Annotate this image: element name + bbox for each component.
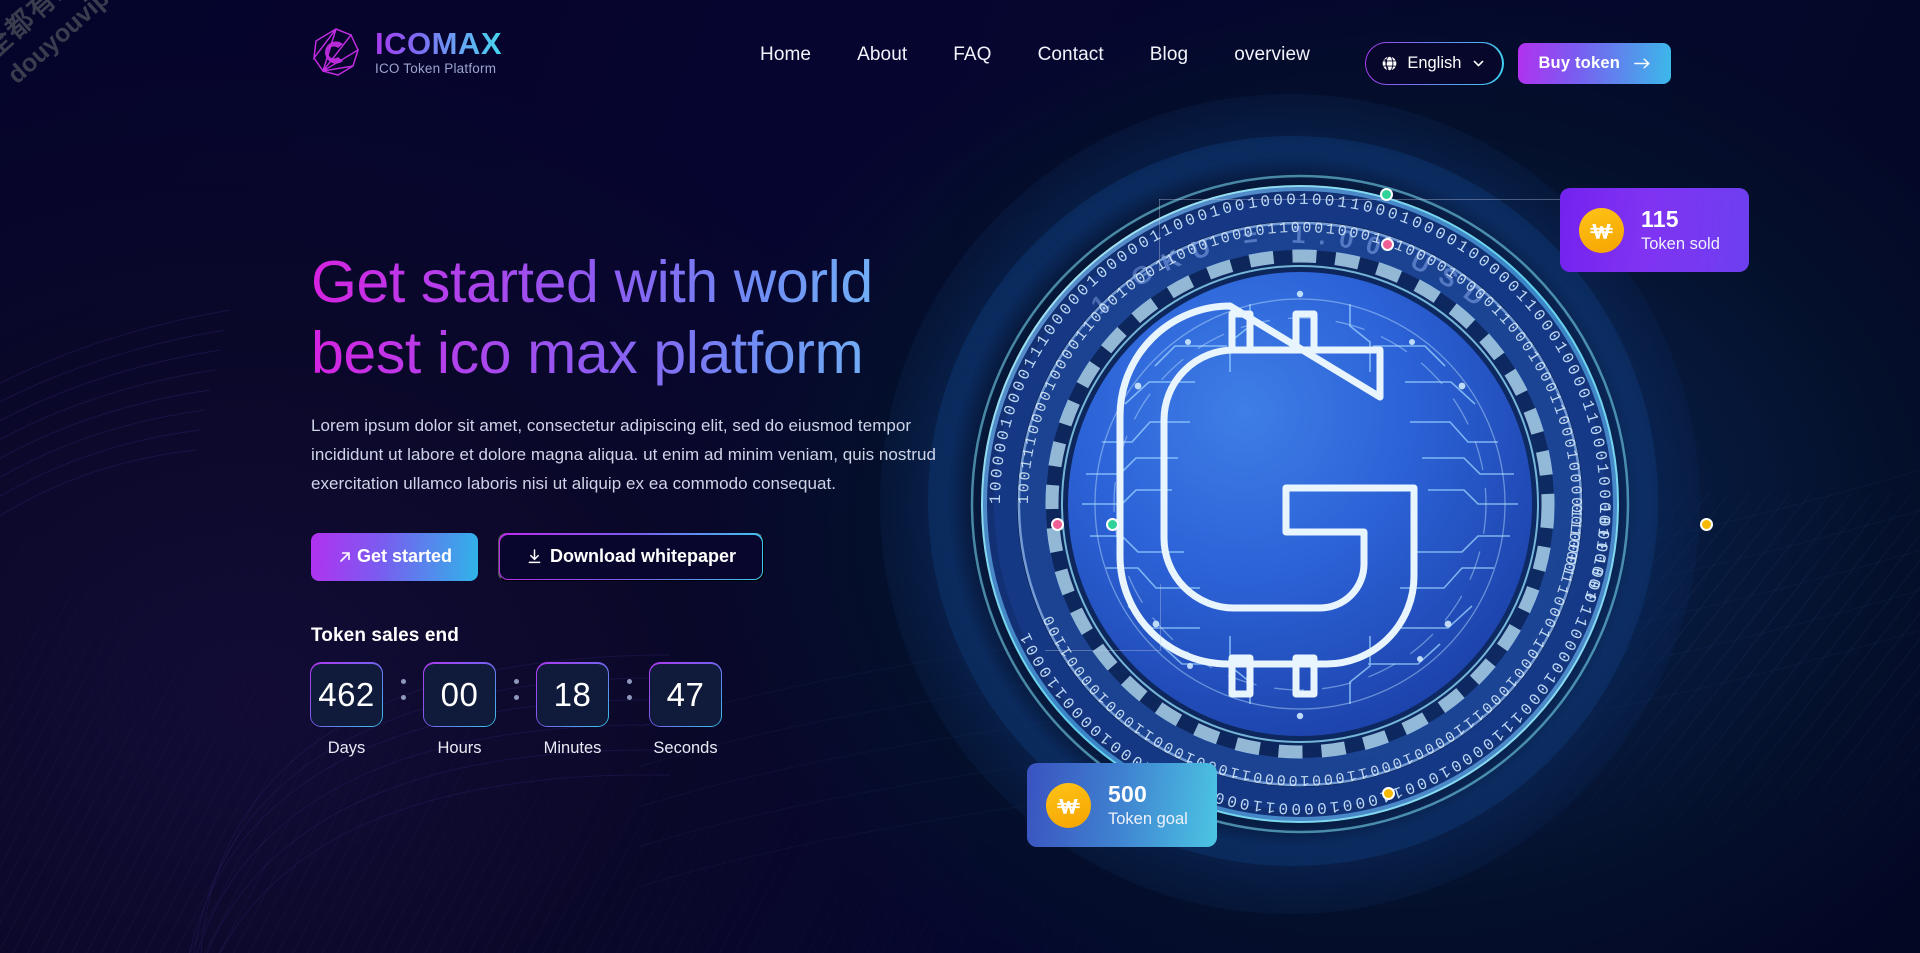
- countdown-caption-seconds: Seconds: [653, 738, 718, 757]
- countdown-value-minutes: 18: [553, 675, 592, 713]
- countdown-separator-2: [495, 664, 537, 700]
- countdown-unit-minutes: 18 Minutes: [535, 662, 610, 758]
- buy-token-button[interactable]: Buy token: [1518, 43, 1671, 84]
- won-currency-icon: [1057, 798, 1080, 814]
- countdown-separator-3: [608, 664, 650, 700]
- brand-subtitle: ICO Token Platform: [375, 61, 497, 77]
- nav-item-faq[interactable]: FAQ: [930, 44, 1014, 66]
- decor-dot-pink-left: [1051, 518, 1064, 531]
- token-sales-countdown: Token sales end 462 Days 00 Hours 18 Min…: [309, 624, 1031, 758]
- countdown-unit-hours: 00 Hours: [422, 662, 497, 758]
- nav-item-overview[interactable]: overview: [1211, 44, 1333, 66]
- countdown-box-days: 462: [309, 662, 384, 728]
- get-started-button[interactable]: Get started: [311, 532, 479, 581]
- token-goal-caption: Token goal: [1108, 810, 1188, 829]
- countdown-value-days: 462: [318, 675, 375, 713]
- coin-disc-icon: 1000001000011100000100000110001001000100…: [970, 174, 1630, 834]
- coin-graphic: 1 GKU = 1.00 USD: [880, 94, 1700, 914]
- countdown-caption-minutes: Minutes: [543, 738, 602, 757]
- language-selector[interactable]: English: [1364, 41, 1504, 86]
- site-header: ICOMAX ICO Token Platform Home About FAQ…: [0, 0, 1920, 104]
- connector-line-sold-vertical: [1159, 199, 1160, 271]
- countdown-caption-hours: Hours: [437, 738, 482, 757]
- chevron-down-icon: [1474, 60, 1484, 67]
- hero-content: Get started with world best ico max plat…: [309, 247, 1031, 758]
- countdown-box-minutes: 18: [535, 662, 610, 728]
- globe-icon: [1382, 55, 1398, 72]
- brand-logo[interactable]: ICOMAX ICO Token Platform: [310, 26, 502, 78]
- countdown-value-hours: 00: [440, 675, 479, 713]
- token-sold-caption: Token sold: [1641, 235, 1720, 254]
- download-whitepaper-button[interactable]: Download whitepaper: [498, 532, 765, 581]
- nav-item-about[interactable]: About: [834, 44, 930, 66]
- token-sold-value: 115: [1641, 206, 1679, 232]
- nav-item-blog[interactable]: Blog: [1127, 44, 1211, 66]
- download-whitepaper-label: Download whitepaper: [550, 546, 737, 567]
- token-goal-value: 500: [1108, 781, 1147, 807]
- hero-action-buttons: Get started Download whitepaper: [311, 532, 1031, 581]
- token-sold-card[interactable]: 115 Token sold: [1560, 188, 1749, 273]
- header-actions: English Buy token: [1364, 41, 1671, 86]
- countdown-box-seconds: 47: [648, 662, 723, 728]
- countdown-unit-days: 462 Days: [309, 662, 384, 758]
- nav-item-contact[interactable]: Contact: [1015, 44, 1127, 66]
- countdown-caption-days: Days: [327, 738, 366, 757]
- countdown-box-hours: 00: [422, 662, 497, 728]
- decor-dot-green-left: [1106, 518, 1119, 531]
- decor-dot-yellow-right: [1700, 518, 1713, 531]
- main-navigation: Home About FAQ Contact Blog overview: [760, 44, 1333, 66]
- buy-token-label: Buy token: [1538, 54, 1620, 72]
- decor-dot-yellow-bottom: [1382, 787, 1395, 800]
- won-currency-icon: [1590, 223, 1613, 239]
- gem-c-logo-icon: [313, 28, 360, 76]
- token-goal-card[interactable]: 500 Token goal: [1027, 763, 1217, 848]
- connector-line-goal-vertical: [1160, 584, 1161, 650]
- hero-description: Lorem ipsum dolor sit amet, consectetur …: [311, 415, 936, 494]
- countdown-value-seconds: 47: [666, 675, 705, 713]
- decor-dot-pink-top: [1381, 238, 1394, 251]
- page-title: Get started with world best ico max plat…: [311, 247, 1031, 389]
- nav-item-home[interactable]: Home: [760, 44, 834, 66]
- get-started-label: Get started: [357, 546, 453, 567]
- countdown-unit-seconds: 47 Seconds: [648, 662, 723, 758]
- brand-title: ICOMAX: [375, 25, 502, 61]
- connector-line-goal-horizontal: [1045, 650, 1161, 651]
- countdown-separator-1: [382, 664, 424, 700]
- countdown-timer: 462 Days 00 Hours 18 Minutes 47 Seconds: [309, 662, 1031, 758]
- token-goal-badge: [1046, 782, 1091, 828]
- arrow-up-right-icon: [340, 552, 350, 562]
- language-label: English: [1407, 54, 1462, 72]
- arrow-right-icon: [1634, 58, 1650, 69]
- token-sold-badge: [1579, 207, 1624, 253]
- connector-line-sold-horizontal: [1159, 199, 1563, 200]
- decor-dot-green-top: [1380, 188, 1393, 201]
- download-icon: [528, 549, 541, 564]
- countdown-title: Token sales end: [311, 624, 459, 646]
